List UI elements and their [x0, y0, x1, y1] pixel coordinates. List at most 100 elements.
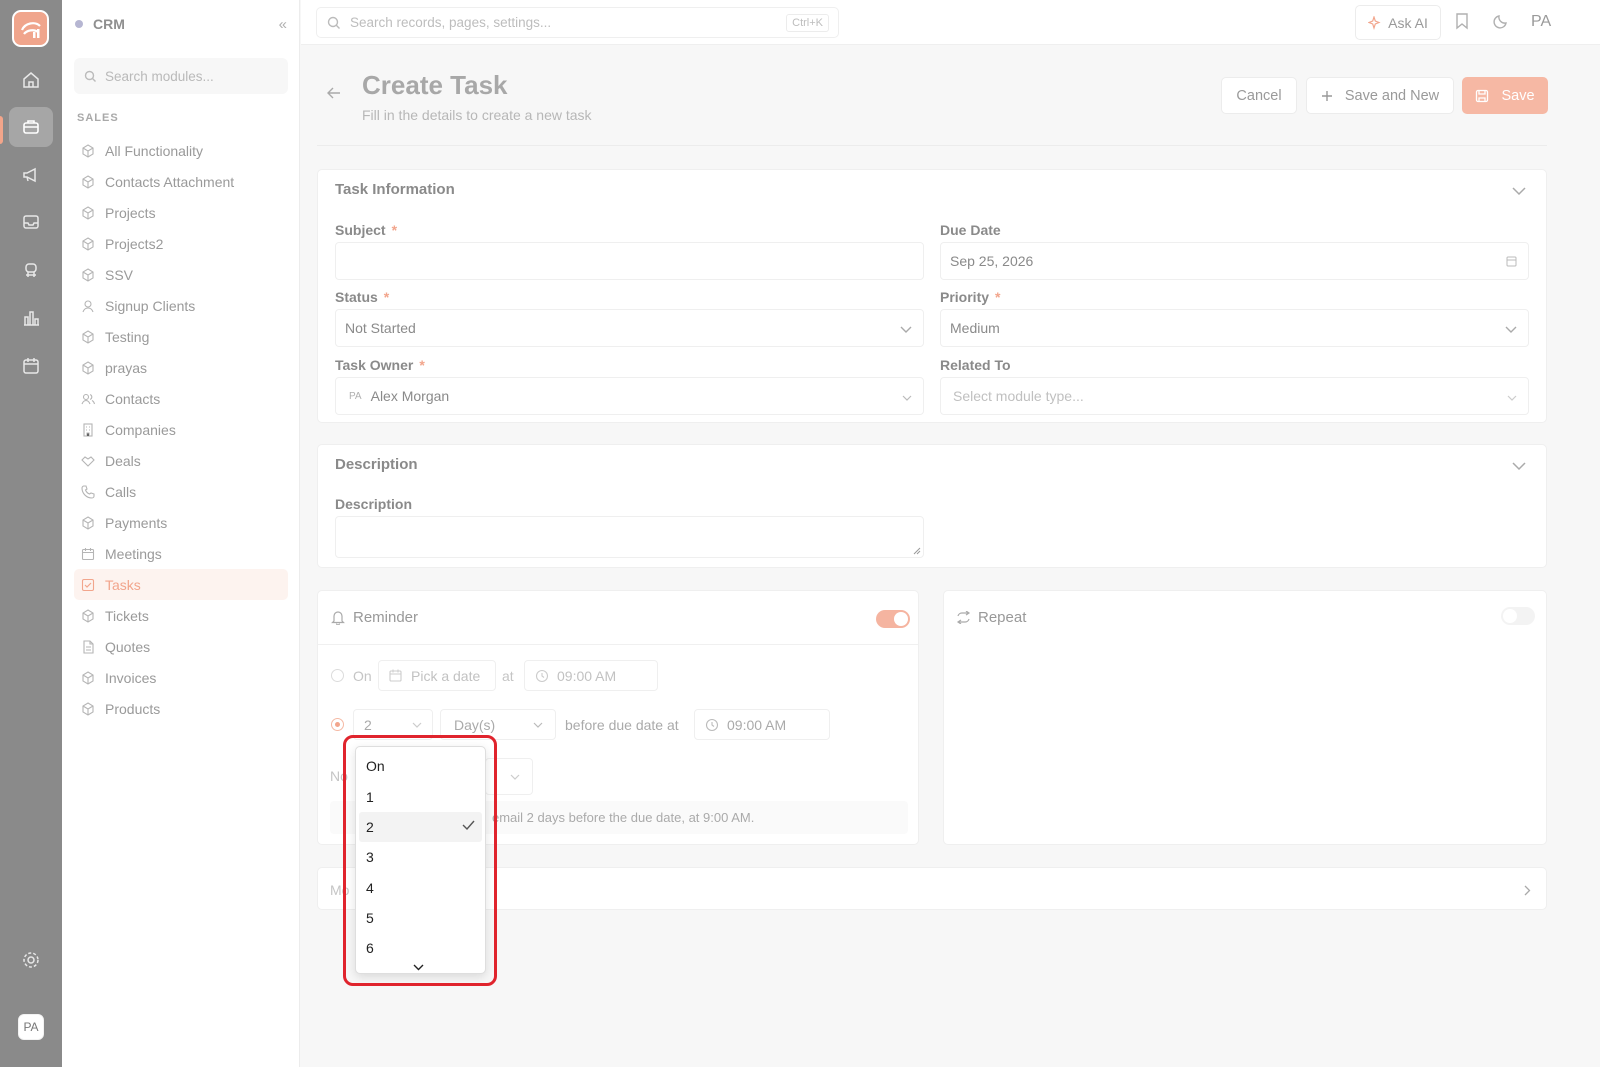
sidebar-item-label: Payments [105, 514, 168, 531]
task-owner-select[interactable]: PA Alex Morgan [335, 377, 924, 415]
sidebar-item-contacts-attachment[interactable]: Contacts Attachment [74, 166, 288, 197]
sidebar-item-deals[interactable]: Deals [74, 445, 288, 476]
sidebar-item-label: prayas [105, 359, 148, 376]
at-label: at [502, 668, 514, 684]
chevron-down-icon [533, 722, 543, 728]
sidebar-item-all-functionality[interactable]: All Functionality [74, 135, 288, 166]
sidebar-item-label: Tickets [105, 607, 149, 624]
sidebar-item-contacts[interactable]: Contacts [74, 383, 288, 414]
due-date-field[interactable]: Sep 25, 2026 [940, 242, 1529, 280]
repeat-icon [956, 610, 971, 627]
analytics-icon[interactable] [9, 298, 53, 338]
bookmark-icon[interactable] [1455, 12, 1469, 33]
sparkle-icon [1368, 15, 1381, 30]
unit-value: Day(s) [454, 716, 496, 733]
pick-date-placeholder: Pick a date [411, 667, 481, 684]
settings-gear-icon[interactable] [9, 940, 53, 980]
sidebar-item-products[interactable]: Products [74, 693, 288, 724]
resize-handle-icon[interactable] [913, 547, 921, 555]
home-icon[interactable] [9, 60, 53, 100]
app-logo[interactable] [12, 10, 49, 47]
sidebar-item-meetings[interactable]: Meetings [74, 538, 288, 569]
page-title: Create Task [362, 70, 508, 100]
sidebar-item-quotes[interactable]: Quotes [74, 631, 288, 662]
ask-ai-label: Ask AI [1388, 14, 1428, 31]
cube-icon [82, 360, 94, 375]
chevron-down-icon [902, 389, 912, 405]
sidebar-item-testing[interactable]: Testing [74, 321, 288, 352]
chevron-down-icon [1505, 321, 1517, 337]
chevron-down-icon[interactable] [1512, 458, 1526, 474]
save-label: Save [1501, 87, 1535, 104]
description-textarea[interactable] [335, 516, 924, 558]
calendar-icon[interactable] [9, 346, 53, 386]
global-search-placeholder: Search records, pages, settings... [350, 15, 552, 30]
sidebar-item-tasks[interactable]: Tasks [74, 569, 288, 600]
document-icon [83, 639, 94, 654]
status-select[interactable]: Not Started [335, 309, 924, 347]
sidebar-item-ssv[interactable]: SSV [74, 259, 288, 290]
chevron-right-icon[interactable] [1524, 883, 1531, 899]
calendar-icon[interactable] [1506, 254, 1517, 270]
sidebar-item-projects[interactable]: Projects [74, 197, 288, 228]
reminder-before-radio[interactable] [331, 718, 344, 731]
user-initials[interactable]: PA [1531, 13, 1551, 31]
due-date-value: Sep 25, 2026 [950, 253, 1034, 269]
sidebar-item-invoices[interactable]: Invoices [74, 662, 288, 693]
app-name: CRM [93, 16, 125, 32]
pick-date-input[interactable]: Pick a date [378, 660, 496, 691]
chevron-down-icon[interactable] [1512, 183, 1526, 199]
inbox-icon[interactable] [9, 202, 53, 242]
save-button[interactable]: Save [1462, 77, 1548, 114]
dark-mode-moon-icon[interactable] [1493, 12, 1510, 32]
required-marker: * [995, 289, 1001, 305]
user-avatar[interactable]: PA [18, 1014, 44, 1040]
briefcase-icon[interactable] [9, 107, 53, 147]
sidebar-item-companies[interactable]: Companies [74, 414, 288, 445]
related-to-select[interactable]: Select module type... [940, 377, 1529, 415]
users-icon [81, 393, 95, 404]
global-search-input[interactable]: Search records, pages, settings... Ctrl+… [316, 7, 839, 38]
sidebar-item-label: Products [105, 700, 161, 717]
ask-ai-button[interactable]: Ask AI [1355, 5, 1441, 40]
calendar-icon [81, 547, 95, 560]
sidebar-item-projects2[interactable]: Projects2 [74, 228, 288, 259]
support-icon[interactable] [9, 250, 53, 290]
sidebar-item-label: Invoices [105, 669, 157, 686]
task-information-title: Task Information [335, 181, 455, 198]
sidebar-item-calls[interactable]: Calls [74, 476, 288, 507]
shortcut-badge: Ctrl+K [786, 14, 829, 32]
sidebar-item-label: Tasks [105, 576, 141, 593]
collapse-sidebar-icon[interactable]: « [279, 16, 287, 33]
sidebar-item-prayas[interactable]: prayas [74, 352, 288, 383]
more-section-card[interactable]: Mo [317, 867, 1547, 910]
status-value: Not Started [345, 320, 416, 336]
reminder-time-input-1[interactable]: 09:00 AM [524, 660, 658, 691]
sidebar-item-signup-clients[interactable]: Signup Clients [74, 290, 288, 321]
building-icon [83, 422, 93, 437]
cube-icon [82, 515, 94, 530]
priority-select[interactable]: Medium [940, 309, 1529, 347]
calendar-icon [389, 669, 402, 682]
priority-label: Priority * [940, 289, 1000, 305]
reminder-on-radio[interactable] [331, 669, 344, 682]
sidebar-item-payments[interactable]: Payments [74, 507, 288, 538]
back-arrow-icon[interactable] [327, 86, 341, 102]
save-and-new-button[interactable]: Save and New [1306, 77, 1454, 114]
reminder-time-input-2[interactable]: 09:00 AM [694, 709, 830, 740]
repeat-toggle[interactable] [1501, 607, 1535, 625]
owner-avatar: PA [349, 390, 362, 402]
megaphone-icon[interactable] [9, 155, 53, 195]
sidebar-item-label: All Functionality [105, 142, 204, 159]
priority-value: Medium [950, 320, 1000, 336]
cancel-button[interactable]: Cancel [1221, 77, 1297, 114]
subject-field[interactable] [335, 242, 924, 280]
cube-icon [82, 670, 94, 685]
reminder-toggle[interactable] [876, 610, 910, 628]
sidebar-item-tickets[interactable]: Tickets [74, 600, 288, 631]
status-label: Status * [335, 289, 389, 305]
required-marker: * [383, 289, 390, 305]
active-indicator [0, 116, 3, 144]
status-label-text: Status [335, 289, 378, 305]
module-search-input[interactable]: Search modules... [74, 58, 288, 94]
